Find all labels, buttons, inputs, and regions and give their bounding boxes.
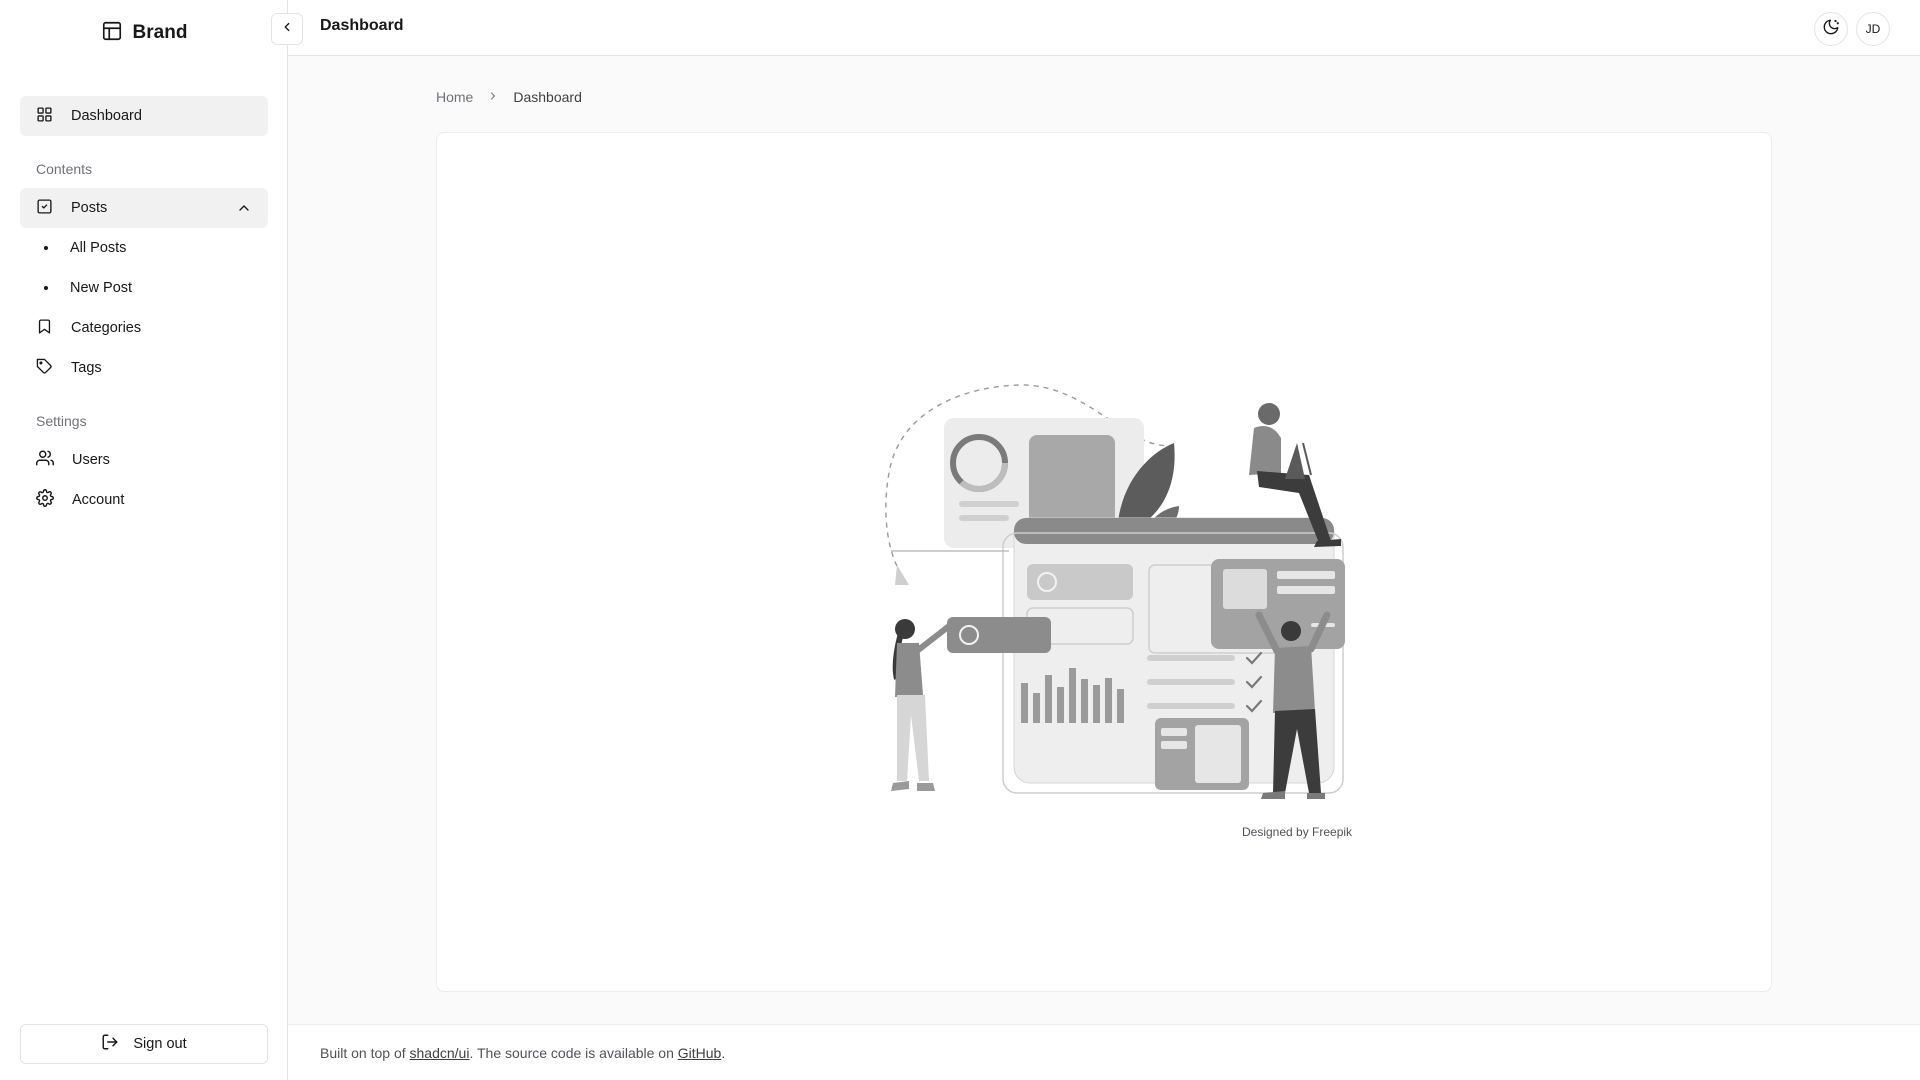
sidebar-item-label: Tags	[71, 360, 102, 376]
dashboard-illustration	[885, 384, 1345, 799]
sidebar-item-dashboard[interactable]: Dashboard	[20, 96, 268, 136]
page-title: Dashboard	[320, 17, 404, 34]
tag-icon	[36, 358, 53, 379]
sidebar-item-label: Users	[72, 452, 110, 468]
breadcrumb-current: Dashboard	[513, 89, 582, 105]
illustration-credit: Designed by Freepik	[1242, 825, 1353, 839]
sidebar-item-users[interactable]: Users	[20, 440, 268, 480]
sidebar-subitem-all-posts[interactable]: All Posts	[44, 230, 126, 266]
sidebar-item-account[interactable]: Account	[20, 480, 268, 520]
chevron-right-icon	[487, 89, 499, 105]
chevron-left-icon	[280, 20, 294, 39]
breadcrumb-home-link[interactable]: Home	[436, 89, 473, 105]
bullet-icon	[44, 286, 48, 290]
section-label-settings: Settings	[36, 413, 87, 429]
settings-gear-icon	[36, 489, 54, 511]
sidebar-item-label: All Posts	[70, 240, 127, 256]
footer-prefix: Built on top of	[320, 1045, 410, 1061]
sidebar-item-categories[interactable]: Categories	[20, 308, 268, 348]
bullet-icon	[44, 246, 48, 250]
footer: Built on top of shadcn/ui. The source co…	[288, 1024, 1920, 1080]
brand[interactable]: Brand	[0, 0, 288, 66]
collapse-sidebar-button[interactable]	[271, 13, 303, 45]
users-icon	[36, 449, 54, 471]
main-card: Designed by Freepik	[436, 132, 1772, 992]
sidebar-item-label: Account	[72, 492, 125, 508]
sign-out-label: Sign out	[133, 1036, 187, 1052]
footer-suffix: .	[721, 1045, 726, 1061]
sign-out-button[interactable]: Sign out	[20, 1024, 268, 1064]
sidebar-item-posts[interactable]: Posts	[20, 188, 268, 228]
avatar-initials: JD	[1865, 22, 1881, 36]
breadcrumb: Home Dashboard	[436, 89, 582, 105]
chevron-up-icon	[236, 200, 252, 220]
sidebar-item-label: Posts	[71, 200, 108, 216]
sidebar: Brand Dashboard Contents Posts All Posts…	[0, 0, 288, 1080]
shadcn-ui-link[interactable]: shadcn/ui	[410, 1045, 470, 1061]
log-out-icon	[101, 1033, 119, 1055]
panels-icon	[101, 20, 123, 47]
user-avatar-button[interactable]: JD	[1856, 12, 1890, 46]
brand-name: Brand	[132, 22, 188, 43]
sidebar-item-label: Dashboard	[71, 108, 142, 124]
top-header: Dashboard JD	[271, 0, 1920, 56]
sidebar-subitem-new-post[interactable]: New Post	[44, 270, 132, 306]
sidebar-item-label: Categories	[71, 320, 142, 336]
layout-grid-icon	[36, 106, 53, 127]
bookmark-icon	[36, 318, 53, 339]
footer-text: Built on top of shadcn/ui. The source co…	[320, 1045, 725, 1061]
footer-middle: . The source code is available on	[469, 1045, 678, 1061]
github-link[interactable]: GitHub	[678, 1045, 722, 1061]
square-check-icon	[36, 198, 53, 219]
sidebar-item-label: New Post	[70, 280, 133, 296]
section-label-contents: Contents	[36, 161, 93, 177]
sidebar-item-tags[interactable]: Tags	[20, 348, 268, 388]
theme-toggle-button[interactable]	[1814, 12, 1848, 46]
moon-icon	[1822, 18, 1840, 41]
